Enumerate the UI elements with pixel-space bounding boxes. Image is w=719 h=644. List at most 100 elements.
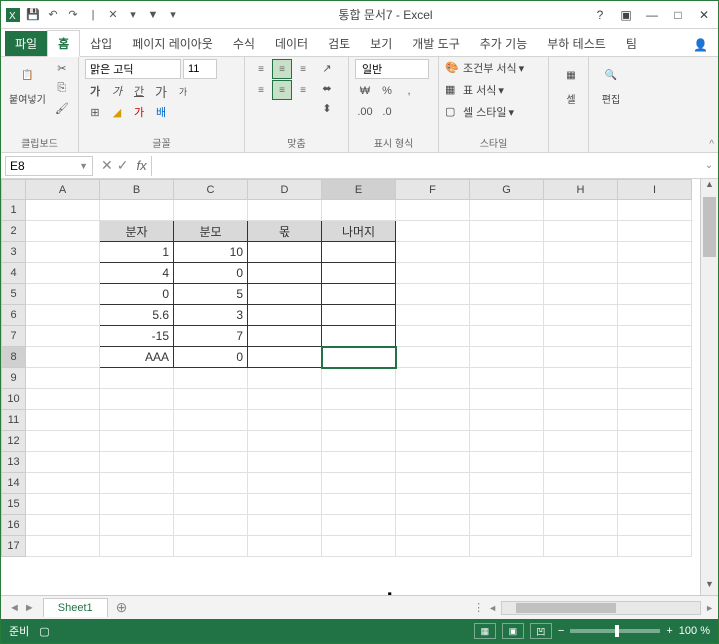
cell-D2[interactable]: 몫 bbox=[248, 221, 322, 242]
cell-B10[interactable] bbox=[100, 389, 174, 410]
horizontal-scrollbar[interactable] bbox=[501, 601, 701, 615]
cell-A17[interactable] bbox=[26, 536, 100, 557]
cell-H2[interactable] bbox=[544, 221, 618, 242]
comma-icon[interactable]: , bbox=[399, 82, 419, 100]
cell-G12[interactable] bbox=[470, 431, 544, 452]
cell-H8[interactable] bbox=[544, 347, 618, 368]
font-color-icon[interactable]: 가 bbox=[129, 103, 149, 121]
cell-A8[interactable] bbox=[26, 347, 100, 368]
cell-E2[interactable]: 나머지 bbox=[322, 221, 396, 242]
row-header-13[interactable]: 13 bbox=[2, 452, 26, 473]
tab-layout[interactable]: 페이지 레이아웃 bbox=[122, 31, 223, 56]
cell-F5[interactable] bbox=[396, 284, 470, 305]
cell-I6[interactable] bbox=[618, 305, 692, 326]
minimize-icon[interactable]: — bbox=[642, 5, 662, 25]
cell-H12[interactable] bbox=[544, 431, 618, 452]
cell-D9[interactable] bbox=[248, 368, 322, 389]
cell-E16[interactable] bbox=[322, 515, 396, 536]
cell-C15[interactable] bbox=[174, 494, 248, 515]
formula-input[interactable] bbox=[151, 156, 700, 176]
cell-G4[interactable] bbox=[470, 263, 544, 284]
tab-file[interactable]: 파일 bbox=[5, 31, 47, 56]
formula-expand-icon[interactable]: ⌄ bbox=[700, 160, 718, 171]
cell-E9[interactable] bbox=[322, 368, 396, 389]
cell-D12[interactable] bbox=[248, 431, 322, 452]
fx-icon[interactable]: fx bbox=[132, 158, 150, 173]
cell-C1[interactable] bbox=[174, 200, 248, 221]
row-header-15[interactable]: 15 bbox=[2, 494, 26, 515]
cell-A16[interactable] bbox=[26, 515, 100, 536]
ribbon-collapse-icon[interactable]: ^ bbox=[709, 139, 714, 150]
vertical-scrollbar[interactable]: ▲ ▼ bbox=[700, 179, 718, 595]
col-header-B[interactable]: B bbox=[100, 180, 174, 200]
sheet-next-icon[interactable]: ► bbox=[24, 602, 35, 614]
sheet-tab-1[interactable]: Sheet1 bbox=[43, 598, 108, 617]
cells-button[interactable]: ▦셀 bbox=[555, 59, 587, 108]
cell-C3[interactable]: 10 bbox=[174, 242, 248, 263]
cell-D7[interactable] bbox=[248, 326, 322, 347]
zoom-value[interactable]: 100 % bbox=[679, 625, 710, 637]
italic-button[interactable]: 가 bbox=[107, 82, 127, 100]
cell-A1[interactable] bbox=[26, 200, 100, 221]
col-header-G[interactable]: G bbox=[470, 180, 544, 200]
cell-E8[interactable] bbox=[322, 347, 396, 368]
cell-G2[interactable] bbox=[470, 221, 544, 242]
filter-icon[interactable]: ▼ bbox=[145, 7, 161, 23]
enter-formula-icon[interactable]: ✓ bbox=[117, 157, 129, 174]
cell-D16[interactable] bbox=[248, 515, 322, 536]
cell-H1[interactable] bbox=[544, 200, 618, 221]
cell-D3[interactable] bbox=[248, 242, 322, 263]
cell-B3[interactable]: 1 bbox=[100, 242, 174, 263]
cell-C7[interactable]: 7 bbox=[174, 326, 248, 347]
hscroll-left-icon[interactable]: ◄ bbox=[488, 603, 497, 613]
scroll-up-icon[interactable]: ▲ bbox=[701, 179, 718, 195]
cell-D8[interactable] bbox=[248, 347, 322, 368]
close-icon[interactable]: ✕ bbox=[105, 7, 121, 23]
cell-B9[interactable] bbox=[100, 368, 174, 389]
cell-C6[interactable]: 3 bbox=[174, 305, 248, 326]
cell-B13[interactable] bbox=[100, 452, 174, 473]
cell-E3[interactable] bbox=[322, 242, 396, 263]
cell-B5[interactable]: 0 bbox=[100, 284, 174, 305]
cell-A9[interactable] bbox=[26, 368, 100, 389]
align-bot-left[interactable]: ≡ bbox=[251, 80, 271, 100]
cell-I7[interactable] bbox=[618, 326, 692, 347]
zoom-out-icon[interactable]: − bbox=[558, 625, 564, 637]
cell-D6[interactable] bbox=[248, 305, 322, 326]
cell-B16[interactable] bbox=[100, 515, 174, 536]
border-icon[interactable]: ⊞ bbox=[85, 103, 105, 121]
cell-D11[interactable] bbox=[248, 410, 322, 431]
cell-F10[interactable] bbox=[396, 389, 470, 410]
cell-F8[interactable] bbox=[396, 347, 470, 368]
view-normal-icon[interactable]: ▦ bbox=[474, 623, 496, 639]
row-header-7[interactable]: 7 bbox=[2, 326, 26, 347]
undo-icon[interactable]: ↶ bbox=[45, 7, 61, 23]
cell-B14[interactable] bbox=[100, 473, 174, 494]
orientation-icon[interactable]: ↗ bbox=[317, 59, 337, 77]
row-header-3[interactable]: 3 bbox=[2, 242, 26, 263]
cell-H6[interactable] bbox=[544, 305, 618, 326]
cell-I5[interactable] bbox=[618, 284, 692, 305]
ribbon-opts-icon[interactable]: ▣ bbox=[616, 5, 636, 25]
cell-F15[interactable] bbox=[396, 494, 470, 515]
close-window-icon[interactable]: ✕ bbox=[694, 5, 714, 25]
cell-I2[interactable] bbox=[618, 221, 692, 242]
row-header-5[interactable]: 5 bbox=[2, 284, 26, 305]
name-box[interactable]: E8 ▼ bbox=[5, 156, 93, 176]
cell-E12[interactable] bbox=[322, 431, 396, 452]
row-header-9[interactable]: 9 bbox=[2, 368, 26, 389]
font-size-select[interactable] bbox=[183, 59, 217, 79]
tab-home[interactable]: 홈 bbox=[47, 30, 80, 57]
cell-B17[interactable] bbox=[100, 536, 174, 557]
cell-F13[interactable] bbox=[396, 452, 470, 473]
tab-team[interactable]: 팀 bbox=[616, 31, 647, 56]
tab-load[interactable]: 부하 테스트 bbox=[537, 31, 616, 56]
cell-B6[interactable]: 5.6 bbox=[100, 305, 174, 326]
sheet-add-icon[interactable]: ⊕ bbox=[108, 599, 136, 616]
cell-H16[interactable] bbox=[544, 515, 618, 536]
cell-F1[interactable] bbox=[396, 200, 470, 221]
cell-G3[interactable] bbox=[470, 242, 544, 263]
cell-I10[interactable] bbox=[618, 389, 692, 410]
row-header-12[interactable]: 12 bbox=[2, 431, 26, 452]
cell-D10[interactable] bbox=[248, 389, 322, 410]
